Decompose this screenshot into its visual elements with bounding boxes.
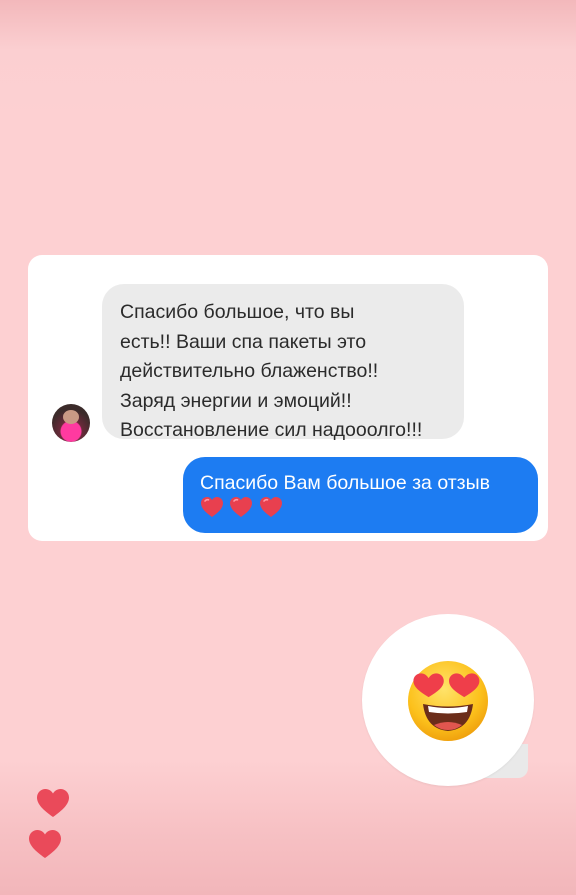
heart-eyes-emoji-icon — [408, 661, 488, 741]
incoming-message-line: Спасибо большое, что вы — [120, 301, 355, 323]
red-heart-icon — [259, 497, 282, 517]
message-card: Спасибо большое, что вы есть!! Ваши спа … — [28, 255, 548, 541]
red-heart-icon — [230, 497, 253, 517]
red-heart-icon — [201, 497, 223, 517]
incoming-message-line: Заряд энергии и эмоций!! — [120, 389, 352, 412]
outgoing-message-bubble[interactable]: Спасибо Вам большое за отзыв — [183, 457, 538, 533]
sender-avatar[interactable] — [52, 404, 90, 442]
incoming-message-line: есть!! Ваши спа пакеты это — [120, 330, 367, 353]
floating-heart-icon — [29, 830, 61, 858]
outgoing-message-text: Спасибо Вам большое за отзыв — [200, 472, 490, 494]
avatar-face — [63, 410, 79, 424]
incoming-message-line: Восстановление сил надооолго!!! — [120, 419, 423, 441]
outgoing-message-hearts — [200, 496, 522, 522]
incoming-message-line: действительно блаженство!! — [120, 360, 379, 382]
incoming-message-bubble[interactable]: Спасибо большое, что вы есть!! Ваши спа … — [102, 284, 464, 441]
floating-heart-icon — [37, 789, 69, 817]
